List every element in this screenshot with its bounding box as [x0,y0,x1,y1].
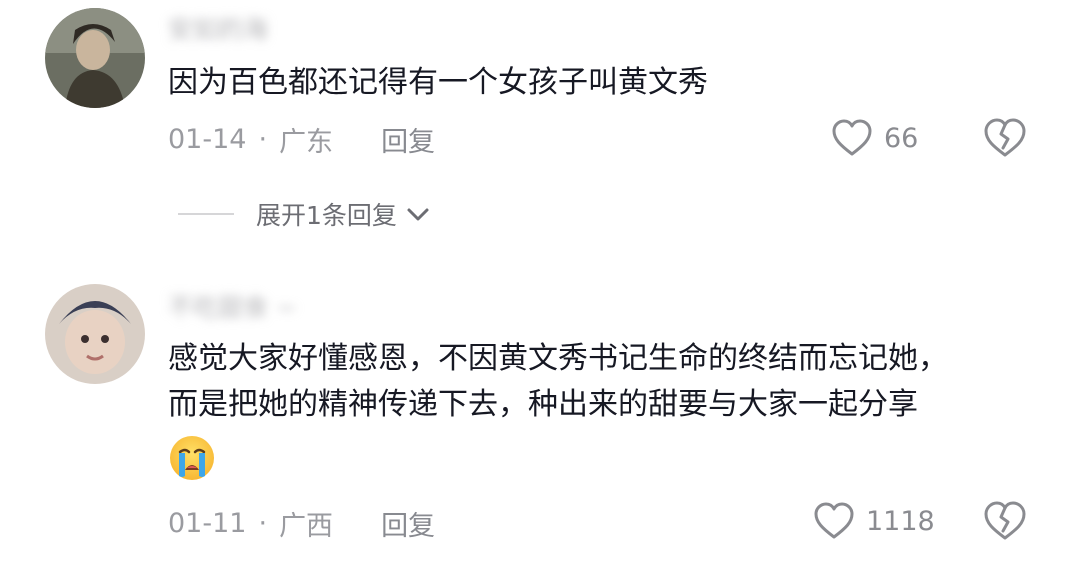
comment-date: 01-14 [168,124,247,155]
separator-dot: · [258,124,268,155]
comment-text: 因为百色都还记得有一个女孩子叫黄文秀 [168,60,1038,106]
like-count: 66 [884,122,919,154]
comment-meta: 01-14 · 广东 回复 [168,120,435,159]
broken-heart-icon[interactable] [982,115,1028,161]
expand-replies-label: 展开1条回复 [256,201,397,230]
comment-text-line: 感觉大家好懂感恩，不因黄文秀书记生命的终结而忘记她， [168,341,948,376]
username[interactable]: 不吃甜食 ~ [168,288,297,324]
like-button[interactable]: 1118 [812,499,935,543]
comment-location: 广西 [279,511,334,542]
comment-item: 不吃甜食 ~ 感觉大家好懂感恩，不因黄文秀书记生命的终结而忘记她， 而是把她的精… [0,272,1080,576]
comment-meta: 01-11 · 广西 回复 [168,504,435,543]
avatar-portrait-icon [45,284,145,384]
crying-face-emoji-icon [170,436,214,480]
chevron-down-icon [407,208,429,221]
reply-button[interactable]: 回复 [381,504,435,543]
comment-text-line: 而是把她的精神传递下去，种出来的甜要与大家一起分享 [168,387,918,422]
comment-item: 安如的海 因为百色都还记得有一个女孩子叫黄文秀 01-14 · 广东 回复 66… [0,0,1080,250]
expand-replies-button[interactable]: 展开1条回复 [178,196,433,232]
avatar[interactable] [45,284,145,384]
comment-text-line: 因为百色都还记得有一个女孩子叫黄文秀 [168,65,708,100]
broken-heart-icon[interactable] [982,498,1028,544]
comment-text: 感觉大家好懂感恩，不因黄文秀书记生命的终结而忘记她， 而是把她的精神传递下去，种… [168,336,1038,496]
like-count: 1118 [866,505,935,537]
comment-list: 安如的海 因为百色都还记得有一个女孩子叫黄文秀 01-14 · 广东 回复 66… [0,0,1080,576]
divider-line [178,213,234,215]
username[interactable]: 安如的海 [168,10,268,46]
heart-outline-icon [832,119,872,156]
reply-button[interactable]: 回复 [381,120,435,159]
comment-date: 01-11 [168,508,247,539]
heart-outline-icon [814,502,854,539]
avatar[interactable] [45,8,145,108]
separator-dot: · [258,508,268,539]
comment-location: 广东 [279,127,334,158]
avatar-portrait-icon [45,8,145,108]
like-button[interactable]: 66 [830,116,918,160]
